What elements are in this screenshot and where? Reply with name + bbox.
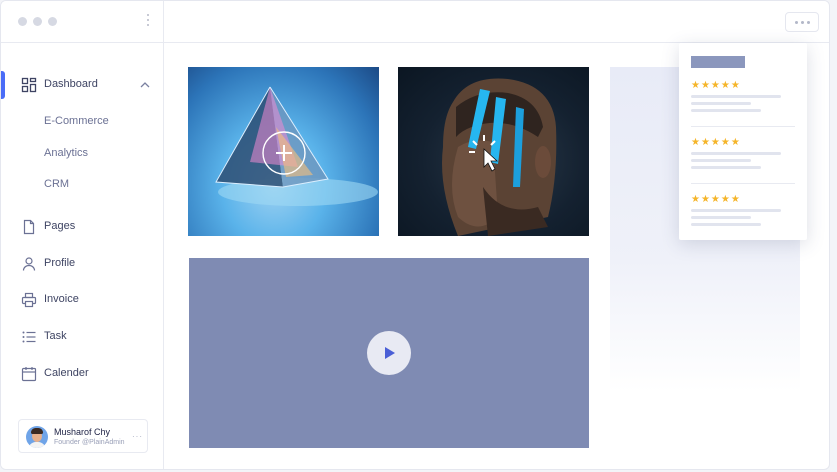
review-item: ★★★★★ [691,195,795,226]
sidebar-item-task[interactable]: Task [1,325,163,349]
user-icon [22,257,36,271]
sidebar-item-label: Calender [44,367,89,379]
sidebar-item-dashboard[interactable]: Dashboard [1,73,163,97]
face-illustration [442,78,557,236]
more-options-button[interactable] [785,12,819,32]
user-card[interactable]: Musharof Chy Founder @PlainAdmin ··· [18,419,148,453]
card-heading-placeholder [691,56,745,68]
file-icon [23,219,35,235]
sidebar-item-label: Task [44,330,67,342]
user-role: Founder @PlainAdmin [54,439,125,446]
sidebar-item-invoice[interactable]: Invoice [1,288,163,312]
star-rating: ★★★★★ [691,80,741,91]
user-name: Musharof Chy [54,427,111,437]
sidebar-menu-icon[interactable] [146,14,150,30]
play-button[interactable] [367,331,411,375]
reviews-card: ★★★★★ ★★★★★ ★★★★★ [679,43,807,240]
sidebar-subitem-ecommerce[interactable]: E-Commerce [44,115,109,127]
list-icon [22,331,36,343]
sidebar-item-pages[interactable]: Pages [1,215,163,239]
video-player[interactable] [189,258,589,448]
sidebar-item-label: Pages [44,220,76,232]
review-item: ★★★★★ [691,138,795,169]
sidebar-item-label: Profile [44,257,76,269]
topbar [164,1,829,43]
sidebar-item-label: Invoice [44,293,79,305]
avatar [26,426,48,448]
sidebar-item-label: Dashboard [44,78,98,90]
review-item: ★★★★★ [691,81,795,112]
sidebar-subitem-analytics[interactable]: Analytics [44,147,88,159]
window-close-dot[interactable] [18,17,27,26]
window-titlebar [1,1,163,43]
printer-icon [21,292,37,308]
sidebar-item-calender[interactable]: Calender [1,362,163,386]
calendar-icon [21,367,37,382]
star-rating: ★★★★★ [691,137,741,148]
sidebar: Dashboard E-Commerce Analytics CRM Pages… [1,1,164,469]
dot-icon [800,20,804,24]
star-rating: ★★★★★ [691,194,741,205]
dot-icon [794,20,798,24]
grid-icon [21,77,37,93]
more-horizontal-icon[interactable]: ··· [132,433,143,441]
window-maximize-dot[interactable] [48,17,57,26]
prism-illustration [215,86,378,206]
app-window: Dashboard E-Commerce Analytics CRM Pages… [0,0,830,470]
window-minimize-dot[interactable] [33,17,42,26]
sidebar-subitem-crm[interactable]: CRM [44,178,69,190]
chevron-up-icon[interactable] [139,79,151,91]
prism-image[interactable] [188,67,379,236]
face-paint-image[interactable] [398,67,589,236]
sidebar-item-profile[interactable]: Profile [1,252,163,276]
dot-icon [806,20,810,24]
